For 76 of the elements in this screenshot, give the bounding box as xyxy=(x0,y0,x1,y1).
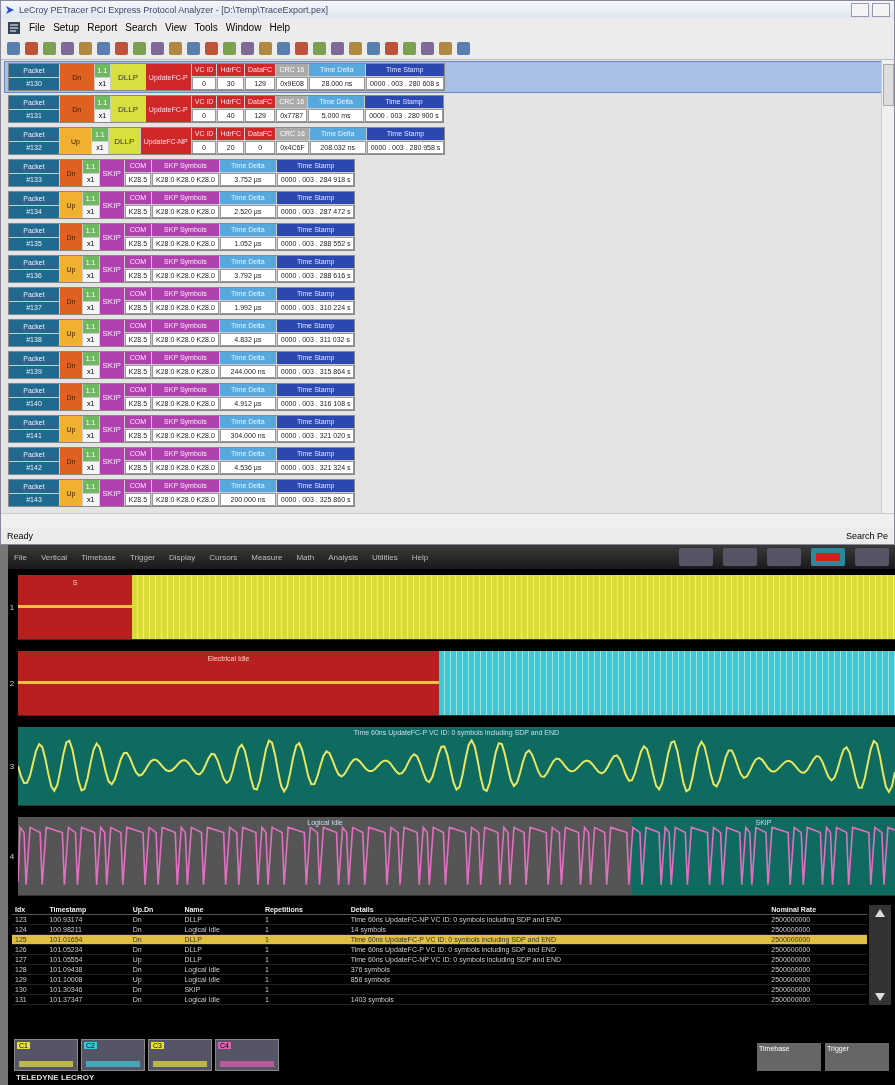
menu-item[interactable]: Help xyxy=(411,552,429,562)
app-logo-icon xyxy=(5,4,15,15)
toolbar-icon[interactable] xyxy=(169,41,182,55)
menu-item[interactable]: Report xyxy=(87,22,118,33)
toolbar-icon[interactable] xyxy=(259,41,272,55)
toolbar-icon[interactable] xyxy=(133,41,146,55)
document-icon xyxy=(7,20,21,35)
channel-marker: 3 xyxy=(8,761,16,771)
toolbar-icon[interactable] xyxy=(385,41,398,55)
vertical-scrollbar[interactable] xyxy=(869,905,891,1005)
packet-type-cell: SKIP xyxy=(99,352,124,378)
minimize-button[interactable] xyxy=(851,2,869,17)
packet-type-cell: SKIP xyxy=(99,224,124,250)
toolbar-icon[interactable] xyxy=(421,41,434,55)
channel-marker: 4 xyxy=(8,851,16,861)
toolbar-icon[interactable] xyxy=(349,41,362,55)
scroll-up-icon[interactable] xyxy=(875,909,885,917)
vertical-scrollbar[interactable] xyxy=(881,60,894,513)
scroll-down-icon[interactable] xyxy=(875,993,885,1001)
toolbar-icon[interactable] xyxy=(61,41,74,55)
packet-type-cell: SKIP xyxy=(99,416,124,442)
channel-marker: 2 xyxy=(8,678,16,688)
packet-type-cell: SKIP xyxy=(99,160,124,186)
menu-item[interactable]: Display xyxy=(169,552,196,562)
toolbar-icon[interactable] xyxy=(97,41,110,55)
toolbar-icon[interactable] xyxy=(7,41,20,55)
packet-type-cell: SKIP xyxy=(99,320,124,346)
search-status-text: Search Pe xyxy=(845,531,888,541)
packet-type-cell: SKIP xyxy=(99,480,124,506)
packet-type-cell: DLLP xyxy=(108,128,140,154)
toolbar-icon[interactable] xyxy=(457,41,470,55)
menu-item[interactable]: Analysis xyxy=(328,552,358,562)
menu-item[interactable]: View xyxy=(164,22,187,33)
menu-item[interactable]: File xyxy=(29,22,46,33)
menu-item[interactable]: Search xyxy=(125,22,157,33)
menu-item[interactable]: Help xyxy=(269,22,290,33)
menu-item[interactable]: Tools xyxy=(194,22,218,33)
toolbar-icon[interactable] xyxy=(79,41,92,55)
toolbar-icon[interactable] xyxy=(43,41,56,55)
status-text: Ready xyxy=(7,531,33,541)
toolbar-icon[interactable] xyxy=(115,41,128,55)
horizontal-scrollbar[interactable] xyxy=(1,513,894,528)
menu-item[interactable]: Vertical xyxy=(40,552,68,562)
toolbar-icon[interactable] xyxy=(313,41,326,55)
toolbar-icon[interactable] xyxy=(295,41,308,55)
menu-item[interactable]: Math xyxy=(296,552,315,562)
maximize-button[interactable] xyxy=(872,2,890,17)
toolbar-icon[interactable] xyxy=(241,41,254,55)
packet-type-cell: DLLP xyxy=(111,96,145,122)
toolbar-icon[interactable] xyxy=(403,41,416,55)
menu-item[interactable]: Window xyxy=(225,22,262,33)
toolbar-icon[interactable] xyxy=(331,41,344,55)
toolbar-icon[interactable] xyxy=(277,41,290,55)
menu-item[interactable]: Timebase xyxy=(81,552,116,562)
toolbar-icon[interactable] xyxy=(367,41,380,55)
toolbar-icon[interactable] xyxy=(439,41,452,55)
toolbar-icon[interactable] xyxy=(25,41,38,55)
toolbar-icon[interactable] xyxy=(151,41,164,55)
packet-type-cell: DLLP xyxy=(111,64,145,90)
packet-type-cell: SKIP xyxy=(99,192,124,218)
menu-item[interactable]: Cursors xyxy=(209,552,238,562)
packet-type-cell: SKIP xyxy=(99,384,124,410)
packet-type-cell: SKIP xyxy=(99,288,124,314)
menu-item[interactable]: Measure xyxy=(251,552,283,562)
packet-type-cell: SKIP xyxy=(99,256,124,282)
packet-type-cell: SKIP xyxy=(99,448,124,474)
menu-item[interactable]: Trigger xyxy=(129,552,155,562)
window-title: LeCroy PETracer PCI Express Protocol Analyzer - [D:\Temp\TraceExport.pex] xyxy=(19,4,329,15)
toolbar-icon[interactable] xyxy=(187,41,200,55)
menu-item[interactable]: Setup xyxy=(53,22,80,33)
brand-logo: TELEDYNE LECROY xyxy=(15,1072,96,1084)
menu-item[interactable]: File xyxy=(14,552,27,562)
channel-marker: 1 xyxy=(8,602,16,612)
menu-item[interactable]: Utilities xyxy=(371,552,398,562)
toolbar-icon[interactable] xyxy=(223,41,236,55)
toolbar-icon[interactable] xyxy=(205,41,218,55)
